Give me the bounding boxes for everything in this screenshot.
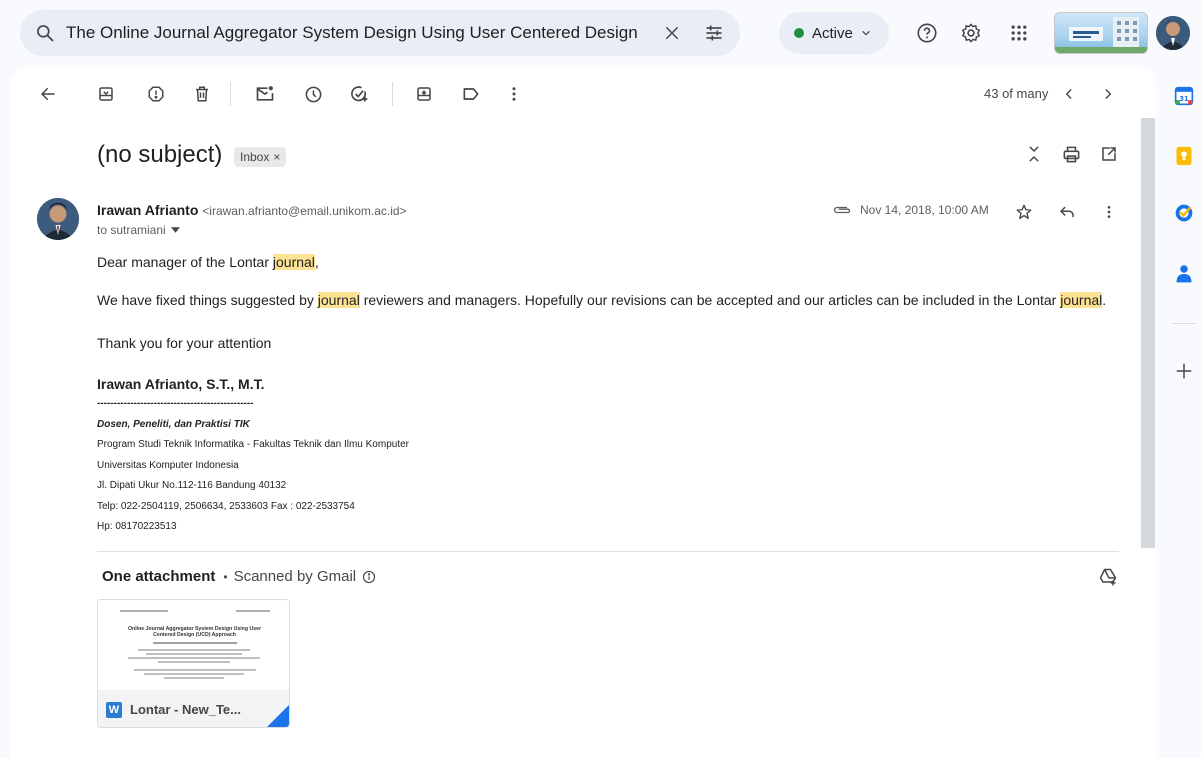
delete-icon[interactable] xyxy=(191,83,213,105)
star-icon[interactable] xyxy=(1013,201,1035,223)
message-more-icon[interactable] xyxy=(1098,201,1120,223)
search-input[interactable]: The Online Journal Aggregator System Des… xyxy=(66,23,660,43)
reply-icon[interactable] xyxy=(1056,201,1078,223)
report-spam-icon[interactable] xyxy=(145,83,167,105)
chevron-down-icon xyxy=(861,28,871,38)
archive-icon[interactable] xyxy=(95,83,117,105)
search-highlight: journal xyxy=(317,292,360,308)
tasks-icon[interactable] xyxy=(1172,201,1196,225)
contacts-icon[interactable] xyxy=(1172,262,1196,286)
help-icon[interactable] xyxy=(914,20,940,46)
settings-icon[interactable] xyxy=(958,20,984,46)
paragraph-text: reviewers and managers. Hopefully our re… xyxy=(359,292,1061,308)
recipient-line[interactable]: to sutramiani xyxy=(97,223,180,237)
attachment-card[interactable]: Online Journal Aggregator System Design … xyxy=(97,599,290,728)
attachment-footer: W Lontar - New_Te... xyxy=(98,690,289,727)
add-icon[interactable] xyxy=(1172,359,1196,383)
search-bar[interactable]: The Online Journal Aggregator System Des… xyxy=(20,10,740,56)
greeting: Dear manager of the Lontar journal, xyxy=(97,254,319,270)
sender-email: <irawan.afrianto@email.unikom.ac.id> xyxy=(202,204,407,218)
paragraph-text: We have fixed things suggested by xyxy=(97,292,318,308)
status-selector[interactable]: Active xyxy=(779,12,889,54)
filter-options-icon[interactable] xyxy=(702,21,726,45)
email-date: Nov 14, 2018, 10:00 AM xyxy=(860,203,989,217)
label-remove-icon[interactable]: × xyxy=(273,150,280,164)
label-icon[interactable] xyxy=(460,83,482,105)
open-in-new-window-icon[interactable] xyxy=(1098,143,1120,165)
greeting-text: Dear manager of the Lontar xyxy=(97,254,273,270)
closing-line: Thank you for your attention xyxy=(97,335,272,351)
toolbar-divider xyxy=(230,82,231,106)
paragraph-punct: . xyxy=(1102,292,1107,308)
next-icon[interactable] xyxy=(1097,83,1119,105)
sender-line: Irawan Afrianto <irawan.afrianto@email.u… xyxy=(97,202,407,218)
attachment-preview: Online Journal Aggregator System Design … xyxy=(98,600,289,690)
label-chip-inbox[interactable]: Inbox × xyxy=(234,147,287,167)
attachment-divider xyxy=(97,551,1119,552)
svg-text:31: 31 xyxy=(1179,95,1189,103)
calendar-icon[interactable]: 31 xyxy=(1172,84,1196,108)
more-vert-icon[interactable] xyxy=(503,83,525,105)
body-paragraph: We have fixed things suggested by journa… xyxy=(97,292,1106,308)
toolbar-divider xyxy=(392,82,393,106)
signature-rule: ----------------------------------------… xyxy=(97,398,254,409)
attachment-clip-icon xyxy=(832,204,852,216)
word-doc-icon: W xyxy=(106,701,122,718)
print-icon[interactable] xyxy=(1060,143,1082,165)
keep-icon[interactable] xyxy=(1172,144,1196,168)
account-avatar[interactable] xyxy=(1156,16,1190,50)
apps-grid-icon[interactable] xyxy=(1006,20,1032,46)
label-chip-text: Inbox xyxy=(240,150,270,164)
scanned-label: Scanned by Gmail xyxy=(233,568,357,585)
signature-line: Program Studi Teknik Informatika - Fakul… xyxy=(97,439,409,450)
scrollbar[interactable] xyxy=(1141,118,1155,548)
signature-line: Telp: 022-2504119, 2506634, 2533603 Fax … xyxy=(97,501,355,512)
greeting-punct: , xyxy=(314,254,319,270)
signature-line: Jl. Dipati Ukur No.112-116 Bandung 40132 xyxy=(97,480,287,491)
email-subject: (no subject) xyxy=(97,141,223,168)
attachment-count: One attachment xyxy=(102,568,216,585)
sender-avatar[interactable] xyxy=(37,198,79,240)
attachment-separator: • xyxy=(223,569,228,584)
side-panel-divider xyxy=(1172,323,1196,324)
recipient-text: to sutramiani xyxy=(97,223,166,237)
status-label: Active xyxy=(812,24,853,42)
back-arrow-icon[interactable] xyxy=(37,83,59,105)
sender-name[interactable]: Irawan Afrianto xyxy=(97,202,198,218)
attachment-header: One attachment • Scanned by Gmail xyxy=(102,568,376,585)
signature-line: Universitas Komputer Indonesia xyxy=(97,460,239,471)
caret-down-icon[interactable] xyxy=(170,227,180,233)
mark-unread-icon[interactable] xyxy=(254,83,276,105)
info-icon[interactable] xyxy=(362,570,376,584)
file-corner-icon xyxy=(267,705,289,727)
collapse-all-icon[interactable] xyxy=(1023,143,1045,165)
search-icon[interactable] xyxy=(34,22,56,44)
search-highlight: journal xyxy=(272,254,315,270)
add-to-drive-icon[interactable] xyxy=(1097,566,1119,588)
signature-title: Dosen, Peneliti, dan Praktisi TIK xyxy=(97,419,250,430)
prev-icon[interactable] xyxy=(1058,83,1080,105)
close-icon[interactable] xyxy=(660,21,684,45)
snooze-icon[interactable] xyxy=(302,83,324,105)
status-dot xyxy=(794,28,804,38)
signature-line: Hp: 08170223513 xyxy=(97,521,177,532)
signature-name: Irawan Afrianto, S.T., M.T. xyxy=(97,376,265,392)
organization-logo[interactable] xyxy=(1054,12,1148,54)
add-task-icon[interactable] xyxy=(348,83,370,105)
move-to-icon[interactable] xyxy=(413,83,435,105)
search-highlight: journal xyxy=(1060,292,1103,308)
pagination-count: 43 of many xyxy=(984,86,1049,101)
preview-title: Online Journal Aggregator System Design … xyxy=(128,626,261,638)
date-line: Nov 14, 2018, 10:00 AM xyxy=(832,203,989,217)
attachment-filename: Lontar - New_Te... xyxy=(130,702,241,717)
